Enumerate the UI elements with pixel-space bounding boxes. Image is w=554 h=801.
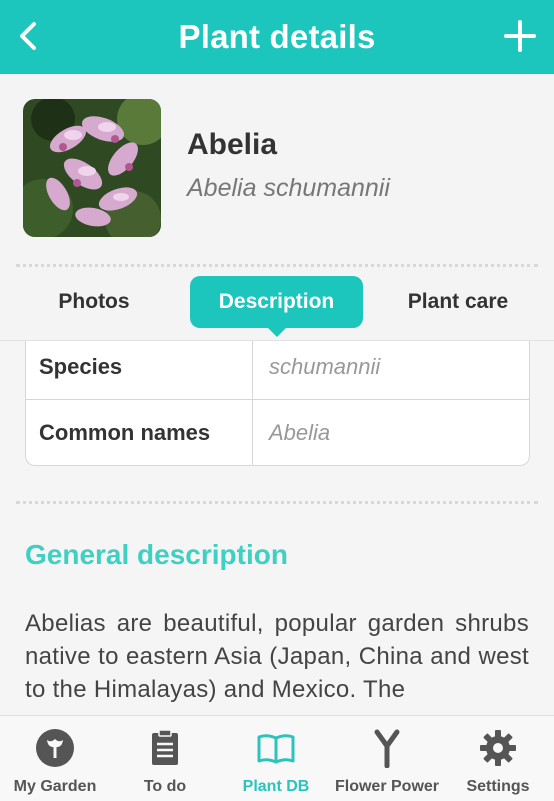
tab-photos[interactable]: Photos: [24, 276, 164, 328]
plant-photo[interactable]: [23, 99, 161, 237]
page-title: Plant details: [178, 18, 376, 55]
garden-icon: [36, 729, 74, 767]
section-title: General description: [25, 539, 288, 570]
clipboard-icon: [152, 729, 178, 765]
description-content[interactable]: Species schumannii Common names Abelia G…: [0, 340, 554, 716]
flower-photo-image: [23, 99, 161, 237]
details-table: Species schumannii Common names Abelia: [25, 341, 530, 466]
sensor-icon: [374, 729, 400, 768]
nav-my-garden[interactable]: My Garden: [0, 716, 110, 801]
nav-to-do[interactable]: To do: [110, 716, 220, 801]
tab-plant-care[interactable]: Plant care: [388, 276, 528, 328]
tab-pointer: [266, 327, 287, 337]
bottom-nav: My Garden To do Plant DB Flower Power Se…: [0, 715, 554, 801]
nav-label: To do: [143, 778, 187, 795]
app-header: Plant details: [0, 0, 554, 74]
tab-label: Description: [218, 290, 335, 313]
nav-label: Settings: [466, 778, 530, 795]
nav-flower-power[interactable]: Flower Power: [332, 716, 442, 801]
nav-plant-db[interactable]: Plant DB: [221, 716, 331, 801]
row-key: Species: [39, 354, 123, 379]
description-text: Abelias are beautiful, popular garden sh…: [25, 610, 529, 703]
table-row: Common names Abelia: [26, 400, 529, 466]
plus-icon: [504, 20, 536, 52]
table-row: Species schumannii: [26, 341, 529, 400]
add-button[interactable]: [500, 16, 540, 56]
row-key: Common names: [39, 420, 211, 445]
plant-common-name: Abelia: [187, 128, 278, 161]
nav-settings[interactable]: Settings: [443, 716, 553, 801]
row-value: Abelia: [269, 420, 331, 445]
nav-label: Flower Power: [334, 778, 440, 795]
book-icon: [257, 734, 295, 764]
tab-bar: Photos Description Plant care: [0, 276, 554, 337]
gear-icon: [480, 730, 516, 766]
divider: [16, 501, 538, 504]
row-value: schumannii: [269, 354, 381, 379]
divider: [16, 264, 538, 267]
nav-label: Plant DB: [242, 778, 310, 795]
plant-scientific-name: Abelia schumannii: [187, 174, 390, 202]
tab-description[interactable]: Description: [190, 276, 363, 337]
nav-label: My Garden: [13, 778, 97, 795]
